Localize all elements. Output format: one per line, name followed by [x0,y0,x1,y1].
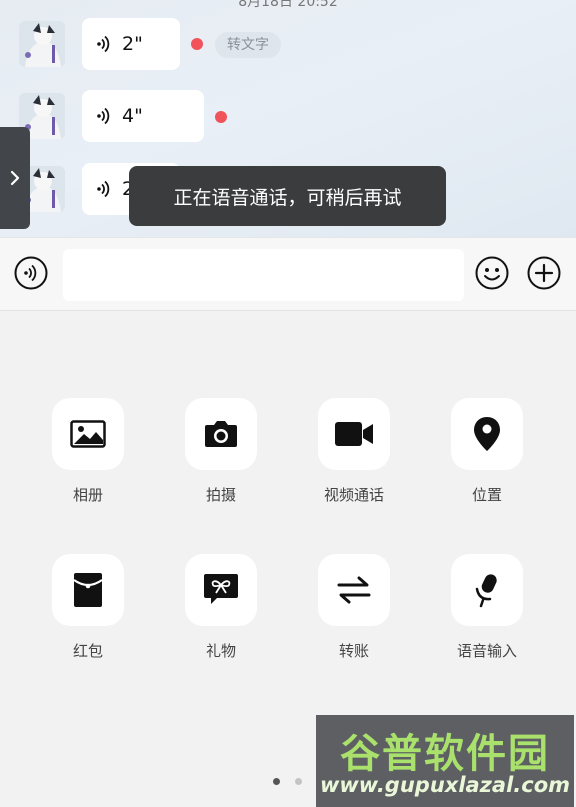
page-dot-active[interactable] [273,778,280,785]
video-icon [335,422,373,446]
message-input[interactable] [63,249,464,301]
voice-message-bubble[interactable]: 2" [82,18,180,70]
emoji-icon[interactable] [475,256,509,290]
panel-item-label: 相册 [72,486,103,504]
panel-item-album[interactable]: 相册 [28,398,148,505]
voice-wave-icon [97,180,110,198]
panel-item-video-call[interactable]: 视频通话 [294,398,414,505]
panel-item-location[interactable]: 位置 [427,398,547,505]
red-packet-icon [73,573,103,607]
voice-duration: 2" [122,33,143,55]
input-bar [0,237,576,311]
panel-item-gift[interactable]: 礼物 [161,554,281,661]
convert-to-text-button[interactable]: 转文字 [215,32,281,58]
panel-item-label: 转账 [338,642,369,660]
chat-area: 8月18日 20:52 2" 转文字 4" 正在语音通话，可稍后再试 [0,0,576,237]
image-icon [70,420,106,448]
watermark-logo: 谷普软件园 www.gupuxlazal.com [316,715,574,807]
panel-item-camera[interactable]: 拍摄 [161,398,281,505]
voice-input-toggle-icon[interactable] [14,256,48,290]
microphone-icon [475,574,497,608]
panel-item-label: 拍摄 [205,486,236,504]
avatar[interactable] [19,21,65,67]
voice-wave-icon [97,35,110,53]
panel-item-red-packet[interactable]: 红包 [28,554,148,661]
plus-icon[interactable] [527,256,561,290]
transfer-icon [337,576,371,604]
location-pin-icon [474,417,500,451]
voice-duration: 4" [122,105,143,127]
panel-item-label: 视频通话 [323,486,384,504]
panel-item-label: 位置 [471,486,502,504]
voice-message-bubble[interactable]: 4" [82,90,204,142]
message-timestamp: 8月18日 20:52 [238,0,338,10]
gift-icon [204,574,238,604]
message-row: 4" [0,90,576,142]
message-row: 2" 转文字 [0,18,576,70]
page-dot[interactable] [295,778,302,785]
watermark-url: www.gupuxlazal.com [319,773,571,797]
unread-dot [191,38,203,50]
unread-dot [215,111,227,123]
camera-icon [205,421,237,447]
chevron-right-icon [10,170,20,186]
voice-wave-icon [97,107,110,125]
watermark-title: 谷普软件园 [340,731,550,777]
toast-message: 正在语音通话，可稍后再试 [129,166,446,226]
panel-item-label: 红包 [72,642,103,660]
panel-item-label: 语音输入 [456,642,517,660]
side-expand-tab[interactable] [0,127,30,229]
toast-text: 正在语音通话，可稍后再试 [173,186,402,209]
panel-item-label: 礼物 [205,642,236,660]
panel-item-voice-input[interactable]: 语音输入 [427,554,547,661]
panel-item-transfer[interactable]: 转账 [294,554,414,661]
